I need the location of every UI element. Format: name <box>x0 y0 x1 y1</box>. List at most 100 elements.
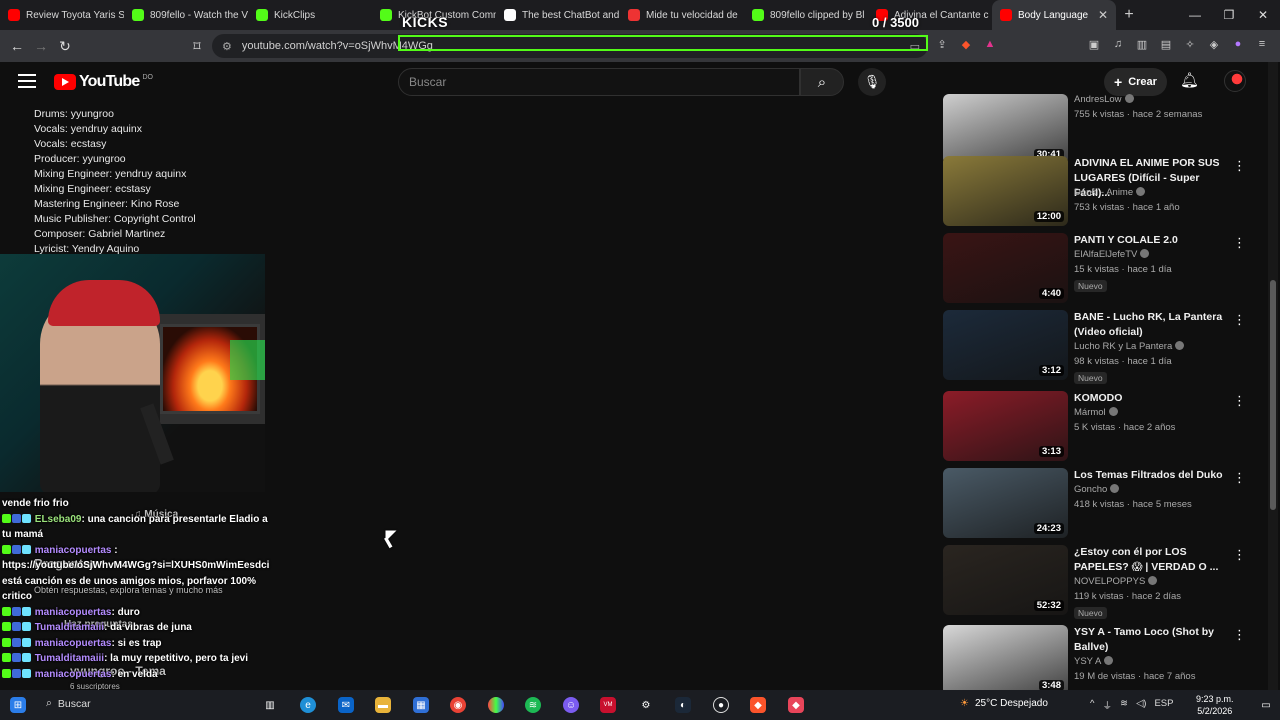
voicemeeter-icon[interactable]: VM <box>600 697 616 713</box>
more-options-icon[interactable]: ⋮ <box>1233 158 1246 174</box>
chrome-icon[interactable]: ◉ <box>450 697 466 713</box>
leo-icon[interactable]: ✧ <box>1182 36 1198 52</box>
notifications-bell-icon[interactable]: 🔔︎ <box>1180 71 1199 89</box>
weather-widget[interactable]: ☀ 25°C Despejado <box>960 698 1048 709</box>
video-title[interactable]: BANE - Lucho RK, La Pantera (Video ofici… <box>1074 310 1234 340</box>
more-options-icon[interactable]: ⋮ <box>1233 393 1246 409</box>
recommended-video[interactable]: 3:48 YSY A - Tamo Loco (Shot by Ballve) ⋮ Y… <box>943 625 1255 699</box>
discord-icon[interactable]: ☺ <box>563 697 579 713</box>
brave-rewards-icon[interactable]: ▲ <box>982 36 998 52</box>
sidebar-icon[interactable]: ▥ <box>1134 36 1150 52</box>
channel-name[interactable]: Mármol <box>1074 407 1118 418</box>
browser-tab[interactable]: Mide tu velocidad de <box>620 0 744 30</box>
reload-icon[interactable]: ↻ <box>54 35 76 57</box>
recommended-video[interactable]: 3:13 KOMODO ⋮ Mármol 5 K vistas · hace 2 año… <box>943 391 1255 465</box>
notification-center-icon[interactable]: ▭ <box>1258 697 1274 713</box>
channel-name[interactable]: Lucho RK y La Pantera <box>1074 341 1185 352</box>
tray-lang-label[interactable]: ESP <box>1154 698 1173 712</box>
video-title[interactable]: ¿Estoy con él por LOS PAPELES? 😱 | VERDA… <box>1074 545 1234 575</box>
search-input[interactable]: Buscar <box>398 68 800 96</box>
recommended-video[interactable]: 12:00 ADIVINA EL ANIME POR SUS LUGARES (D… <box>943 156 1255 230</box>
edge-icon[interactable]: e <box>300 697 316 713</box>
tray-volume-icon[interactable]: ◁) <box>1136 698 1146 712</box>
recommended-video[interactable]: 24:23 Los Temas Filtrados del Duko ⋮ Goncho… <box>943 468 1255 542</box>
video-title[interactable]: Los Temas Filtrados del Duko <box>1074 468 1234 483</box>
recommended-video[interactable]: 4:40 PANTI Y COLALE 2.0 ⋮ ElAlfaElJefeTV 15 … <box>943 233 1255 307</box>
forward-icon[interactable]: → <box>30 35 52 57</box>
video-thumbnail[interactable]: 24:23 <box>943 468 1068 538</box>
video-title[interactable]: PANTI Y COLALE 2.0 <box>1074 233 1234 248</box>
video-thumbnail[interactable]: 12:00 <box>943 156 1068 226</box>
close-window-icon[interactable]: ✕ <box>1246 0 1280 30</box>
recommended-video[interactable]: 3:12 BANE - Lucho RK, La Pantera (Video o… <box>943 310 1255 384</box>
profile-icon[interactable]: ● <box>1230 36 1246 52</box>
browser-tab[interactable]: Review Toyota Yaris Sedan <box>0 0 124 30</box>
store-icon[interactable]: ▦ <box>413 697 429 713</box>
video-thumbnail[interactable]: 3:13 <box>943 391 1068 461</box>
channel-name[interactable]: NOVELPOPPYS <box>1074 576 1158 587</box>
new-tab-button[interactable]: + <box>1116 6 1142 24</box>
page-scrollbar[interactable] <box>1268 62 1278 690</box>
spotify-icon[interactable]: ≋ <box>525 697 541 713</box>
scrollbar-thumb[interactable] <box>1270 280 1276 510</box>
obs-icon[interactable]: ● <box>713 697 729 713</box>
browser-tab[interactable]: 809fello clipped by Bl <box>744 0 868 30</box>
more-options-icon[interactable]: ⋮ <box>1233 235 1246 251</box>
chat-username[interactable]: maniacopuertas <box>35 607 112 618</box>
minimize-icon[interactable]: — <box>1178 0 1212 30</box>
video-thumbnail[interactable]: 3:48 <box>943 625 1068 695</box>
recommended-video[interactable]: 52:32 ¿Estoy con él por LOS PAPELES? 😱 | … <box>943 545 1255 619</box>
color-app-icon[interactable] <box>488 697 504 713</box>
chat-username[interactable]: ELseba09 <box>35 514 82 525</box>
taskbar-search[interactable]: ⌕ Buscar <box>46 697 91 710</box>
start-icon[interactable]: ⊞ <box>10 697 26 713</box>
video-title[interactable]: KOMODO <box>1074 391 1234 406</box>
outlook-icon[interactable]: ✉ <box>338 697 354 713</box>
browser-tab[interactable]: KickClips <box>248 0 372 30</box>
more-options-icon[interactable]: ⋮ <box>1233 470 1246 486</box>
tray-usb-icon[interactable]: ⏚ <box>1102 698 1112 712</box>
channel-name[interactable]: Donki - Anime <box>1074 187 1146 198</box>
youtube-logo[interactable]: YouTube DO <box>54 73 153 91</box>
more-options-icon[interactable]: ⋮ <box>1233 627 1246 643</box>
video-thumbnail[interactable]: 30:41 <box>943 94 1068 164</box>
browser-tab[interactable]: Body Language ✕ <box>992 0 1116 30</box>
more-options-icon[interactable]: ⋮ <box>1233 547 1246 563</box>
video-title[interactable]: YSY A - Tamo Loco (Shot by Ballve) <box>1074 625 1234 655</box>
taskbar-clock[interactable]: 9:23 p.m. 5/2/2026 <box>1196 693 1234 717</box>
browser-tab[interactable]: 809fello - Watch the V <box>124 0 248 30</box>
chat-username[interactable]: Tumalditamaiii <box>35 622 104 633</box>
bookmark-icon[interactable]: ⌑ <box>186 35 208 57</box>
tray-wifi-icon[interactable]: ≋ <box>1120 698 1128 712</box>
channel-name[interactable]: ElAlfaElJefeTV <box>1074 249 1150 260</box>
guide-menu-icon[interactable] <box>18 74 36 88</box>
steam-icon[interactable]: ◐ <box>675 697 691 713</box>
maximize-icon[interactable]: ❐ <box>1212 0 1246 30</box>
music-icon[interactable]: ♫ <box>1110 36 1126 52</box>
chat-username[interactable]: Tumalditamaiii <box>35 653 104 664</box>
video-thumbnail[interactable]: 52:32 <box>943 545 1068 615</box>
chat-username[interactable]: maniacopuertas <box>35 669 112 680</box>
back-icon[interactable]: ← <box>6 35 28 57</box>
settings-icon[interactable]: ⚙ <box>638 697 654 713</box>
channel-name[interactable]: AndresLow <box>1074 94 1134 105</box>
channel-name[interactable]: YSY A <box>1074 656 1114 667</box>
task-view-icon[interactable]: ▥ <box>262 697 278 713</box>
search-button[interactable]: ⌕ <box>800 68 844 96</box>
site-info-icon[interactable]: ⚙ <box>222 40 232 53</box>
menu-icon[interactable]: ≡ <box>1254 36 1270 52</box>
screenshot-icon[interactable]: ▣ <box>1086 36 1102 52</box>
video-thumbnail[interactable]: 3:12 <box>943 310 1068 380</box>
brave-icon[interactable]: ◆ <box>750 697 766 713</box>
create-button[interactable]: + Crear <box>1104 68 1167 96</box>
share-icon[interactable]: ⇪ <box>934 36 950 52</box>
voice-search-icon[interactable]: 🎙 <box>858 68 886 96</box>
avatar[interactable] <box>1224 70 1246 92</box>
file-explorer-icon[interactable]: ▬ <box>375 697 391 713</box>
brave-active-icon[interactable]: ◆ <box>788 697 804 713</box>
chat-username[interactable]: maniacopuertas <box>35 638 112 649</box>
more-options-icon[interactable]: ⋮ <box>1233 312 1246 328</box>
wallet-icon[interactable]: ▤ <box>1158 36 1174 52</box>
channel-name[interactable]: Goncho <box>1074 484 1120 495</box>
tray-chevron-icon[interactable]: ^ <box>1090 698 1094 712</box>
